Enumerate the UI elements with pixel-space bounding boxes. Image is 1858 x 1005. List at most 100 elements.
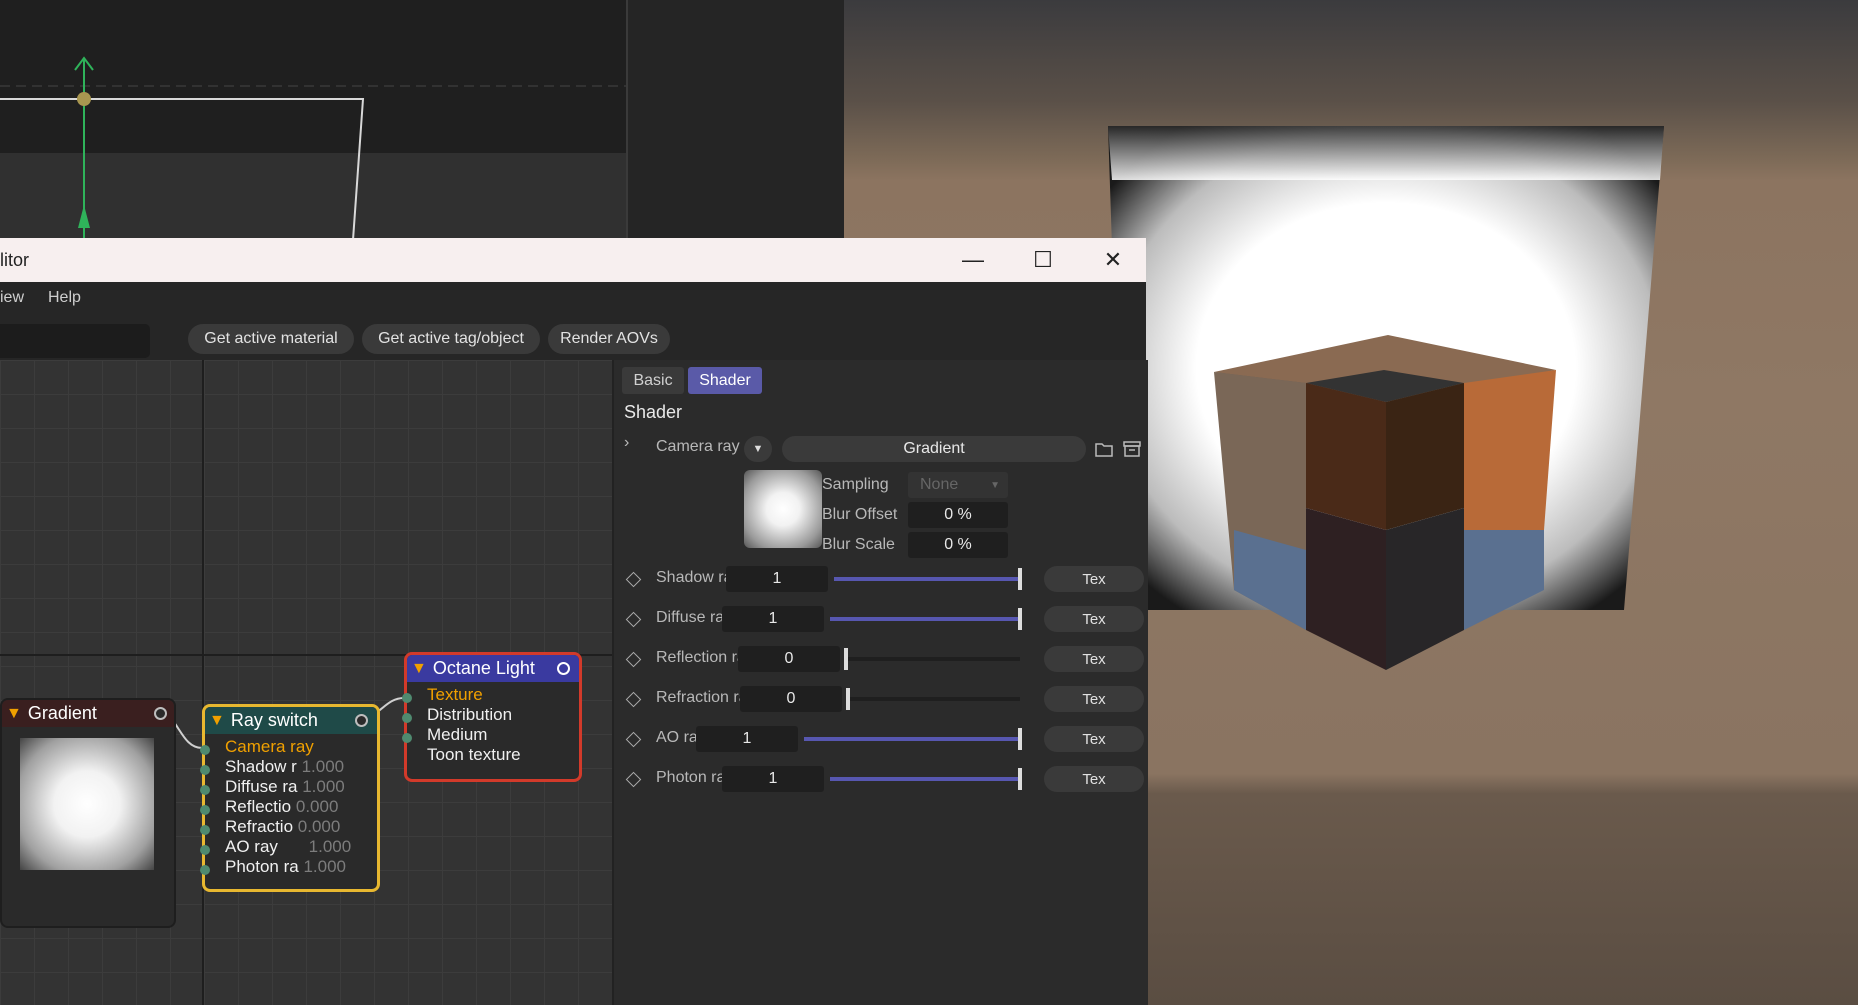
ray-slider-handle[interactable] — [846, 688, 850, 710]
input-pin[interactable] — [200, 745, 210, 755]
ray-switch-row[interactable]: Refractio 0.000 — [225, 817, 351, 837]
window-title: litor — [0, 250, 30, 270]
gradient-node[interactable]: ▼ Gradient — [0, 698, 176, 928]
ray-row-reflection: Reflection ray 0 Tex — [614, 644, 1148, 674]
input-pin[interactable] — [200, 785, 210, 795]
ray-slider-handle[interactable] — [1018, 608, 1022, 630]
ray-value-field[interactable]: 1 — [696, 726, 798, 752]
get-active-tag-object-button[interactable]: Get active tag/object — [362, 324, 540, 354]
keyframe-diamond-icon[interactable] — [625, 651, 642, 668]
keyframe-diamond-icon[interactable] — [625, 611, 642, 628]
ray-value-field[interactable]: 0 — [738, 646, 840, 672]
ray-row-photon: Photon ray 1 Tex — [614, 764, 1148, 794]
ray-switch-row[interactable]: Diffuse ra 1.000 — [225, 777, 351, 797]
toolbar: Get active material Get active tag/objec… — [0, 316, 1146, 360]
ray-switch-node-header[interactable]: ▼ Ray switch — [205, 707, 377, 734]
ray-slider-handle[interactable] — [1018, 568, 1022, 590]
ray-slider[interactable] — [844, 648, 1020, 670]
gradient-node-title: Gradient — [27, 703, 97, 723]
node-graph-canvas[interactable]: ▼ Gradient ▼ Ray switch Camera ray Shado… — [0, 360, 612, 1005]
get-active-material-button[interactable]: Get active material — [188, 324, 354, 354]
ray-tex-button[interactable]: Tex — [1044, 766, 1144, 792]
keyframe-diamond-icon[interactable] — [625, 731, 642, 748]
ray-tex-button[interactable]: Tex — [1044, 686, 1144, 712]
ray-tex-button[interactable]: Tex — [1044, 726, 1144, 752]
node-editor-window: litor — ☐ ✕ iew Help Get active material… — [0, 238, 1148, 1005]
ray-slider-fill — [834, 577, 1020, 581]
ray-switch-row[interactable]: Reflectio 0.000 — [225, 797, 351, 817]
archive-icon[interactable] — [1122, 440, 1142, 458]
blur-scale-field[interactable]: 0 % — [908, 532, 1008, 558]
ray-tex-button[interactable]: Tex — [1044, 646, 1144, 672]
maximize-button[interactable]: ☐ — [1008, 238, 1078, 282]
ray-value-field[interactable]: 0 — [740, 686, 842, 712]
search-input[interactable] — [0, 324, 150, 358]
ray-switch-row[interactable]: Camera ray — [225, 737, 351, 757]
collapse-triangle-icon[interactable]: ▼ — [209, 712, 225, 730]
close-button[interactable]: ✕ — [1078, 238, 1148, 282]
ray-switch-output-pin[interactable] — [355, 714, 368, 727]
maximize-icon: ☐ — [1033, 247, 1053, 272]
ray-row-ao: AO ray 1 Tex — [614, 724, 1148, 754]
keyframe-diamond-icon[interactable] — [625, 571, 642, 588]
ray-switch-row[interactable]: Shadow r 1.000 — [225, 757, 351, 777]
input-pin[interactable] — [200, 865, 210, 875]
minimize-icon: — — [962, 247, 984, 272]
ray-slider[interactable] — [846, 688, 1020, 710]
ray-row-shadow: Shadow ray 1 Tex — [614, 564, 1148, 594]
blur-offset-field[interactable]: 0 % — [908, 502, 1008, 528]
ray-slider-handle[interactable] — [844, 648, 848, 670]
minimize-button[interactable]: — — [938, 238, 1008, 282]
chevron-right-icon[interactable]: › — [624, 434, 629, 452]
tab-basic[interactable]: Basic — [622, 367, 684, 394]
input-pin[interactable] — [402, 713, 412, 723]
sampling-select[interactable]: None ▼ — [908, 472, 1008, 498]
gradient-node-header[interactable]: ▼ Gradient — [2, 700, 174, 727]
camera-ray-dropdown[interactable]: ▼ — [744, 436, 772, 462]
ray-value-field[interactable]: 1 — [722, 766, 824, 792]
ray-value-field[interactable]: 1 — [726, 566, 828, 592]
menu-view[interactable]: iew — [0, 289, 24, 307]
octane-light-output-pin[interactable] — [557, 662, 570, 675]
properties-panel: Basic Shader Shader › Camera ray ▼ Gradi… — [612, 360, 1148, 1005]
octane-light-row[interactable]: Distribution — [427, 705, 521, 725]
octane-light-node[interactable]: ▼ Octane Light Texture Distribution Medi… — [402, 652, 582, 782]
3d-viewport[interactable] — [0, 0, 844, 240]
ray-switch-inputs: Camera ray Shadow r 1.000 Diffuse ra 1.0… — [225, 737, 351, 877]
tab-shader[interactable]: Shader — [688, 367, 762, 394]
collapse-triangle-icon[interactable]: ▼ — [6, 705, 22, 723]
ray-tex-button[interactable]: Tex — [1044, 606, 1144, 632]
ray-switch-row[interactable]: Photon ra 1.000 — [225, 857, 351, 877]
render-aovs-button[interactable]: Render AOVs — [548, 324, 670, 354]
camera-ray-texture-button[interactable]: Gradient — [782, 436, 1086, 462]
blur-scale-label: Blur Scale — [822, 536, 895, 553]
input-pin[interactable] — [200, 765, 210, 775]
input-pin[interactable] — [402, 693, 412, 703]
ray-slider[interactable] — [804, 728, 1022, 750]
octane-light-row[interactable]: Medium — [427, 725, 521, 745]
octane-light-row[interactable]: Texture — [427, 685, 521, 705]
menu-help[interactable]: Help — [48, 289, 81, 307]
octane-light-node-header[interactable]: ▼ Octane Light — [407, 655, 579, 682]
ray-slider[interactable] — [830, 608, 1022, 630]
ray-slider[interactable] — [834, 568, 1022, 590]
ray-value-field[interactable]: 1 — [722, 606, 824, 632]
ray-switch-node[interactable]: ▼ Ray switch Camera ray Shadow r 1.000 D… — [200, 704, 380, 892]
ray-slider[interactable] — [830, 768, 1022, 790]
folder-icon[interactable] — [1094, 440, 1114, 458]
gradient-preview-thumbnail — [20, 738, 154, 870]
input-pin[interactable] — [402, 733, 412, 743]
input-pin[interactable] — [200, 845, 210, 855]
gradient-output-pin[interactable] — [154, 707, 167, 720]
ray-slider-handle[interactable] — [1018, 768, 1022, 790]
input-pin[interactable] — [200, 805, 210, 815]
octane-light-row[interactable]: Toon texture — [427, 745, 521, 765]
ray-slider-handle[interactable] — [1018, 728, 1022, 750]
ray-tex-button[interactable]: Tex — [1044, 566, 1144, 592]
ray-switch-row[interactable]: AO ray 1.000 — [225, 837, 351, 857]
collapse-triangle-icon[interactable]: ▼ — [411, 660, 427, 678]
keyframe-diamond-icon[interactable] — [625, 691, 642, 708]
keyframe-diamond-icon[interactable] — [625, 771, 642, 788]
ray-switch-node-title: Ray switch — [230, 710, 318, 730]
input-pin[interactable] — [200, 825, 210, 835]
